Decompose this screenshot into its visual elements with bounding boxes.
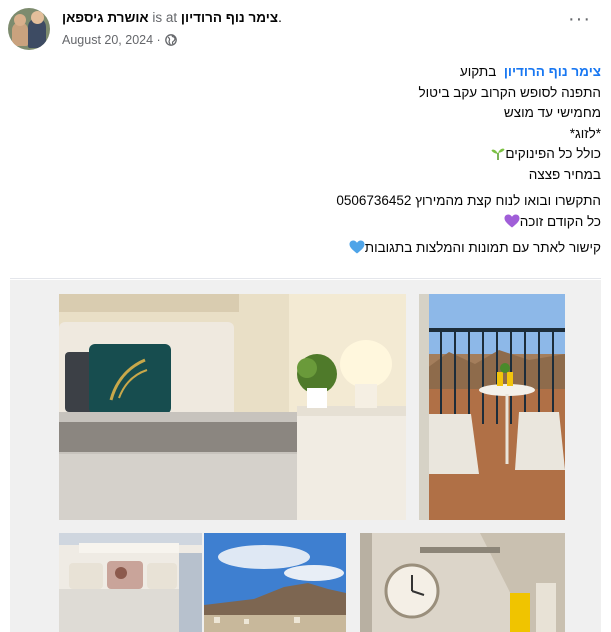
- avatar[interactable]: [8, 8, 50, 50]
- post-date[interactable]: August 20, 2024 ·: [62, 33, 161, 47]
- post-body: צימר נוף הרודיון בתקוע התפנה לסופש הקרוב…: [11, 62, 601, 259]
- text-line-5: כולל כל הפינוקים: [11, 144, 601, 165]
- photo-bedroom[interactable]: [59, 294, 406, 520]
- text-line-3: מחמישי עד מוצש: [503, 105, 601, 120]
- is-at-text: is at: [152, 10, 178, 25]
- clock-photo-image: [360, 533, 565, 632]
- page-mention-link[interactable]: צימר נוף הרודיון: [504, 64, 601, 79]
- post-meta: August 20, 2024 ·: [62, 33, 177, 47]
- purple-heart-icon: [504, 214, 520, 227]
- bedroom-photo-image: [59, 294, 406, 520]
- photo-collage[interactable]: [10, 280, 601, 632]
- post-card: אושרת גיספאן is at צימר נוף הרודיון. Aug…: [0, 0, 611, 632]
- header-period: .: [278, 10, 282, 25]
- balcony-photo-image: [419, 294, 565, 520]
- photo-clock[interactable]: [360, 533, 565, 632]
- location-name[interactable]: צימר נוף הרודיון: [181, 10, 278, 25]
- text-line-1: צימר נוף הרודיון בתקוע: [11, 62, 601, 83]
- post-header: אושרת גיספאן is at צימר נוף הרודיון.: [62, 10, 282, 25]
- line5-text: כולל כל הפינוקים: [505, 146, 601, 161]
- text-line-8: כל הקודם זוכה: [11, 212, 601, 233]
- author-name[interactable]: אושרת גיספאן: [62, 10, 149, 25]
- text-line-9: קישור לאתר עם תמונות והמלצות בתגובות: [11, 238, 601, 259]
- photo-bedroom-2[interactable]: [59, 533, 202, 632]
- blue-heart-icon: [349, 240, 365, 254]
- line8-text: כל הקודם זוכה: [519, 213, 601, 229]
- bedroom-2-photo-image: [59, 533, 202, 632]
- landscape-photo-image: [204, 533, 346, 632]
- divider: [10, 278, 601, 279]
- line1-text: בתקוע: [459, 64, 497, 79]
- globe-icon: [164, 34, 177, 46]
- photo-balcony[interactable]: [419, 294, 565, 520]
- text-line-4: *לזוג*: [569, 125, 601, 141]
- photo-landscape[interactable]: [204, 533, 346, 632]
- more-options-icon[interactable]: ···: [568, 9, 591, 29]
- text-line-7: התקשרו ובואו לנוח קצת מהמירוץ 0506736452: [336, 193, 601, 208]
- seedling-icon: [491, 148, 505, 160]
- text-line-2: התפנה לסופש הקרוב עקב ביטול: [418, 84, 601, 100]
- text-line-6: במחיר פצצה: [528, 166, 601, 182]
- line9-text: קישור לאתר עם תמונות והמלצות בתגובות: [364, 240, 601, 255]
